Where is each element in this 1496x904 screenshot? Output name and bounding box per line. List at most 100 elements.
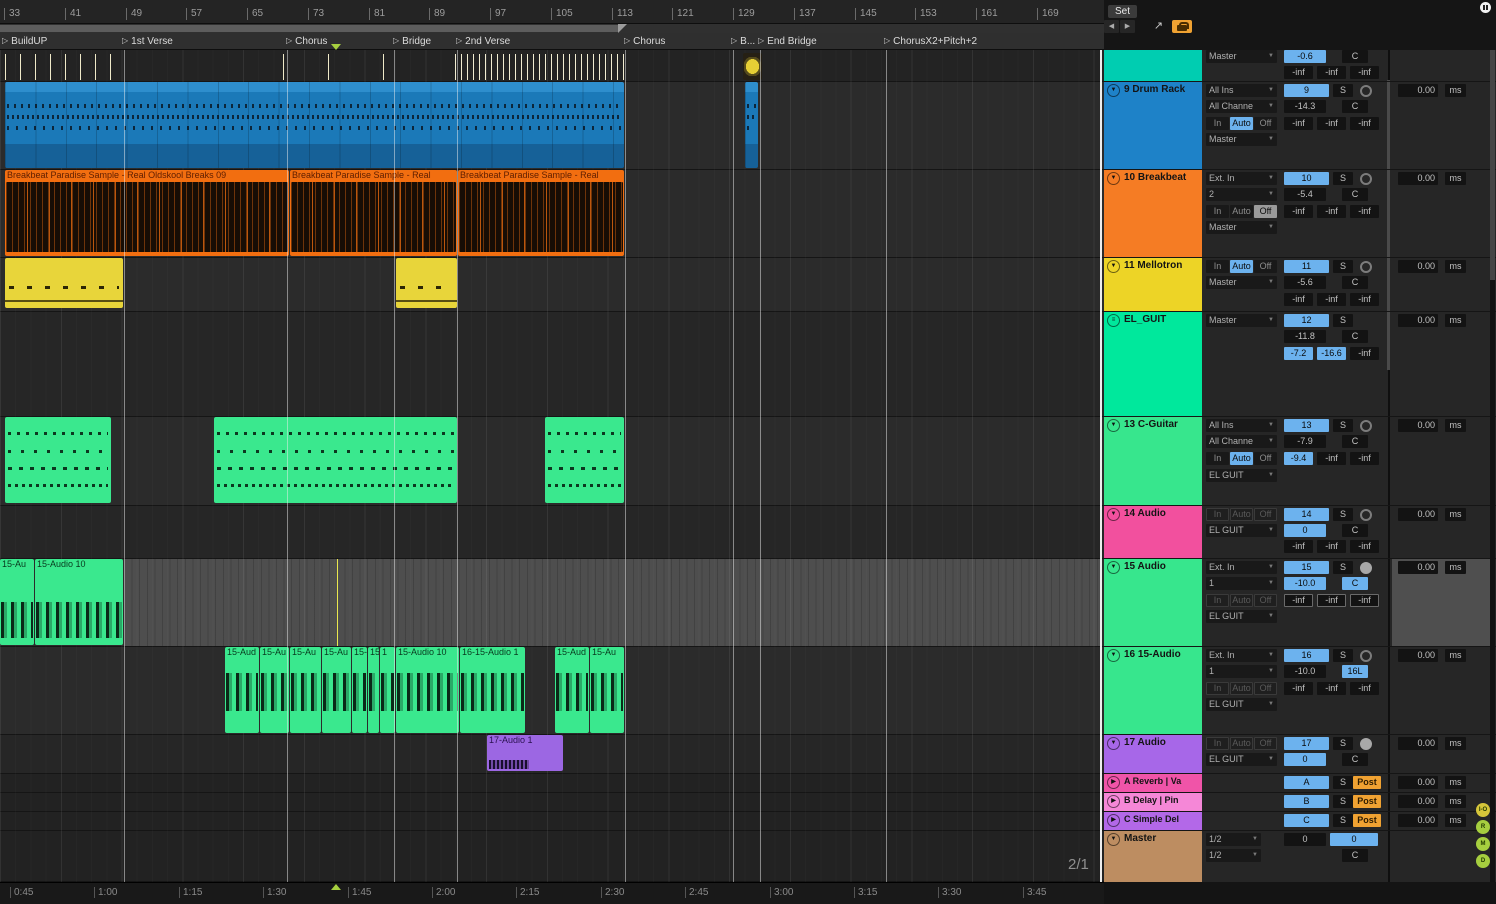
input-channel-chooser[interactable]: 2 ▼ xyxy=(1206,188,1277,201)
pre-post-toggle[interactable]: Post xyxy=(1353,795,1381,808)
pan-field[interactable]: C xyxy=(1342,577,1368,590)
pre-post-toggle[interactable]: Post xyxy=(1353,776,1381,789)
track-delay-field[interactable]: 0.00 xyxy=(1398,260,1438,273)
solo-button[interactable]: S xyxy=(1333,561,1353,574)
midi-clip-drum-rack-small[interactable] xyxy=(745,82,758,168)
monitor-auto-button[interactable]: Auto xyxy=(1230,737,1253,750)
return-icon[interactable]: ▶ xyxy=(1107,795,1120,808)
track-header-el-guit[interactable]: ≡ EL_GUIT xyxy=(1104,312,1202,416)
cue-volume-field[interactable]: 0 xyxy=(1330,833,1378,846)
track-delay-field[interactable]: 0.00 xyxy=(1398,795,1438,808)
monitor-in-button[interactable]: In xyxy=(1206,737,1229,750)
fold-icon[interactable]: ▼ xyxy=(1107,172,1120,185)
arm-button[interactable] xyxy=(1360,738,1372,750)
midi-clip-c-guitar[interactable] xyxy=(545,417,624,503)
audio-clip-16[interactable]: 15 xyxy=(368,647,379,733)
input-type-chooser[interactable]: Ext. In ▼ xyxy=(1206,649,1277,662)
track-activator[interactable]: 17 xyxy=(1284,737,1329,750)
volume-field[interactable]: -11.8 xyxy=(1284,330,1326,343)
solo-button[interactable]: S xyxy=(1333,260,1353,273)
locator-chorus-2[interactable]: ▷ Chorus xyxy=(624,35,665,47)
monitor-off-button[interactable]: Off xyxy=(1254,508,1277,521)
audio-clip-16[interactable]: 15-A xyxy=(352,647,367,733)
cue-output-chooser[interactable]: 1/2 ▼ xyxy=(1206,849,1261,862)
audio-clip-17[interactable]: 17-Audio 1 xyxy=(487,735,563,771)
input-channel-chooser[interactable]: All Channe ▼ xyxy=(1206,435,1277,448)
input-type-chooser[interactable]: Ext. In ▼ xyxy=(1206,172,1277,185)
zoom-scroll-strip[interactable] xyxy=(0,24,1104,33)
solo-button[interactable]: S xyxy=(1333,795,1353,808)
pan-field[interactable]: C xyxy=(1342,100,1368,113)
midi-notes-ticks[interactable] xyxy=(383,54,393,80)
set-locator-button[interactable]: Set xyxy=(1108,5,1138,18)
locator-bridge[interactable]: ▷ Bridge xyxy=(393,35,431,47)
locator-buildup[interactable]: ▷ BuildUP xyxy=(2,35,47,47)
fold-icon[interactable]: ▼ xyxy=(1107,561,1120,574)
input-type-chooser[interactable]: All Ins ▼ xyxy=(1206,84,1277,97)
next-locator-button[interactable]: ▶ xyxy=(1120,20,1135,33)
audio-clip-15[interactable]: 15-Au xyxy=(0,559,34,645)
fold-icon[interactable]: ▼ xyxy=(1107,649,1120,662)
pause-icon[interactable] xyxy=(1480,2,1491,13)
send-b-field[interactable]: -inf xyxy=(1317,66,1346,79)
pan-field[interactable]: C xyxy=(1342,435,1368,448)
beat-time-ruler[interactable]: 33 41 49 57 65 73 81 89 97 105 113 121 1… xyxy=(0,0,1104,24)
insert-marker-bottom[interactable] xyxy=(331,884,341,890)
arm-button[interactable] xyxy=(1360,420,1372,432)
mixer-section-toggle[interactable]: M xyxy=(1476,837,1490,851)
midi-clip-mellotron[interactable] xyxy=(5,258,123,308)
midi-notes-ticks[interactable] xyxy=(5,54,123,80)
audio-clip-16[interactable]: 15-Au xyxy=(290,647,321,733)
monitor-auto-button[interactable]: Auto xyxy=(1230,594,1253,607)
scrollbar-thumb[interactable] xyxy=(1490,50,1495,280)
output-chooser[interactable]: Master ▼ xyxy=(1206,133,1277,146)
input-channel-chooser[interactable]: 1 ▼ xyxy=(1206,665,1277,678)
time-ruler[interactable]: 0:45 1:00 1:15 1:30 1:45 2:00 2:15 2:30 … xyxy=(0,882,1104,904)
track-delay-field[interactable]: 0.00 xyxy=(1398,561,1438,574)
insert-marker-line[interactable] xyxy=(337,559,338,646)
send-a-field[interactable]: -inf xyxy=(1284,293,1313,306)
master-output-chooser[interactable]: 1/2 ▼ xyxy=(1206,833,1261,846)
send-c-field[interactable]: -inf xyxy=(1350,540,1379,553)
monitor-in-button[interactable]: In xyxy=(1206,205,1229,218)
send-c-field[interactable]: -inf xyxy=(1350,293,1379,306)
audio-clip-16[interactable]: 1 xyxy=(380,647,395,733)
monitor-auto-button[interactable]: Auto xyxy=(1230,452,1253,465)
fold-icon[interactable]: ▼ xyxy=(1107,260,1120,273)
track-delay-field[interactable]: 0.00 xyxy=(1398,172,1438,185)
audio-clip-breakbeat[interactable]: Breakbeat Paradise Sample - Real xyxy=(458,170,624,256)
track-header-mellotron[interactable]: ▼ 11 Mellotron xyxy=(1104,258,1202,311)
input-channel-chooser[interactable]: All Channe ▼ xyxy=(1206,100,1277,113)
track-activator[interactable]: C xyxy=(1284,814,1329,827)
track-delay-field[interactable]: 0.00 xyxy=(1398,649,1438,662)
time-selection-highlight[interactable] xyxy=(124,559,1100,646)
lane-audio-14[interactable] xyxy=(0,506,1104,559)
monitor-off-button[interactable]: Off xyxy=(1254,737,1277,750)
output-chooser[interactable]: Master ▼ xyxy=(1206,50,1277,63)
arm-button[interactable] xyxy=(1360,562,1372,574)
track-header-c-guitar[interactable]: ▼ 13 C-Guitar xyxy=(1104,417,1202,505)
pan-field[interactable]: C xyxy=(1342,188,1368,201)
input-channel-chooser[interactable]: 1 ▼ xyxy=(1206,577,1277,590)
locator-1st-verse[interactable]: ▷ 1st Verse xyxy=(122,35,173,47)
audio-clip-16[interactable]: 15-Au xyxy=(322,647,351,733)
zoom-handle-edge[interactable] xyxy=(618,24,627,33)
pan-field[interactable]: C xyxy=(1342,849,1368,862)
audio-clip-16[interactable]: 15-Aud xyxy=(555,647,589,733)
output-chooser[interactable]: EL GUIT ▼ xyxy=(1206,469,1277,482)
output-chooser[interactable]: Master ▼ xyxy=(1206,314,1277,327)
fold-icon[interactable]: ▼ xyxy=(1107,84,1120,97)
volume-field[interactable]: -14.3 xyxy=(1284,100,1326,113)
send-b-field[interactable]: -inf xyxy=(1317,452,1346,465)
lane-audio-16[interactable] xyxy=(0,647,1104,735)
send-c-field[interactable]: -inf xyxy=(1350,205,1379,218)
audio-clip-16[interactable]: 15-Aud xyxy=(225,647,259,733)
volume-field[interactable]: -0.6 xyxy=(1284,50,1326,63)
midi-notes-ticks[interactable] xyxy=(455,54,624,80)
send-b-field[interactable]: -inf xyxy=(1317,540,1346,553)
solo-button[interactable]: S xyxy=(1333,419,1353,432)
group-icon[interactable]: ≡ xyxy=(1107,314,1120,327)
volume-field[interactable]: -5.4 xyxy=(1284,188,1326,201)
monitor-in-button[interactable]: In xyxy=(1206,508,1229,521)
vertical-scrollbar[interactable] xyxy=(1490,50,1495,882)
